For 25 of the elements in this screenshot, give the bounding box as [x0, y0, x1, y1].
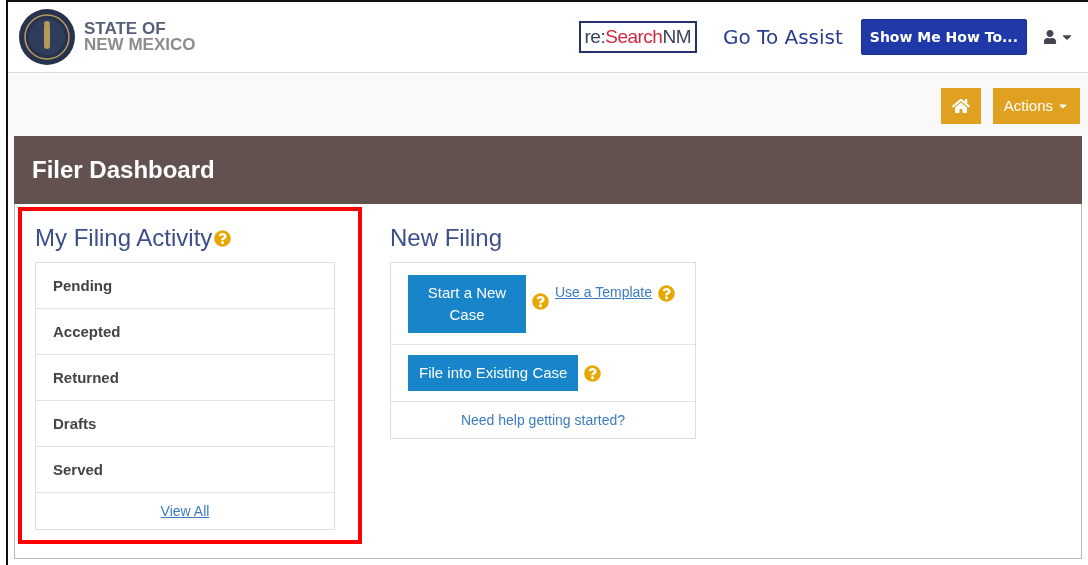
help-link[interactable]: Need help getting started?: [460, 412, 626, 428]
template-link[interactable]: Use a Template: [555, 275, 652, 300]
help-icon[interactable]: [658, 285, 675, 302]
activity-item[interactable]: Returned: [36, 355, 334, 401]
show-me-how-button[interactable]: Show Me How To...: [860, 19, 1027, 55]
home-icon: [951, 96, 970, 115]
state-name-line: STATE OF: [84, 21, 167, 37]
section-title: New Filing: [390, 224, 503, 252]
state-name-line: NEW MEXICO: [84, 37, 196, 53]
activity-item[interactable]: Pending: [36, 263, 334, 309]
go-to-assist-link[interactable]: Go To Assist: [722, 25, 843, 49]
help-icon[interactable]: [584, 364, 602, 382]
help-icon[interactable]: [532, 293, 549, 310]
activity-item[interactable]: Accepted: [36, 309, 334, 355]
research-nm-logo[interactable]: re:SearchNM: [578, 21, 697, 53]
seal-logo: [18, 8, 76, 66]
panel-title: Filer Dashboard: [32, 156, 215, 184]
section-title: My Filing Activity: [35, 224, 213, 252]
existing-case-button[interactable]: File into Existing Case: [408, 355, 579, 391]
activity-item[interactable]: Served: [36, 447, 334, 493]
home-button[interactable]: [940, 87, 981, 124]
view-all-link[interactable]: View All: [160, 503, 210, 519]
start-case-button[interactable]: Start a New Case: [408, 275, 526, 333]
help-icon[interactable]: [214, 229, 232, 247]
activity-item[interactable]: Drafts: [36, 401, 334, 447]
